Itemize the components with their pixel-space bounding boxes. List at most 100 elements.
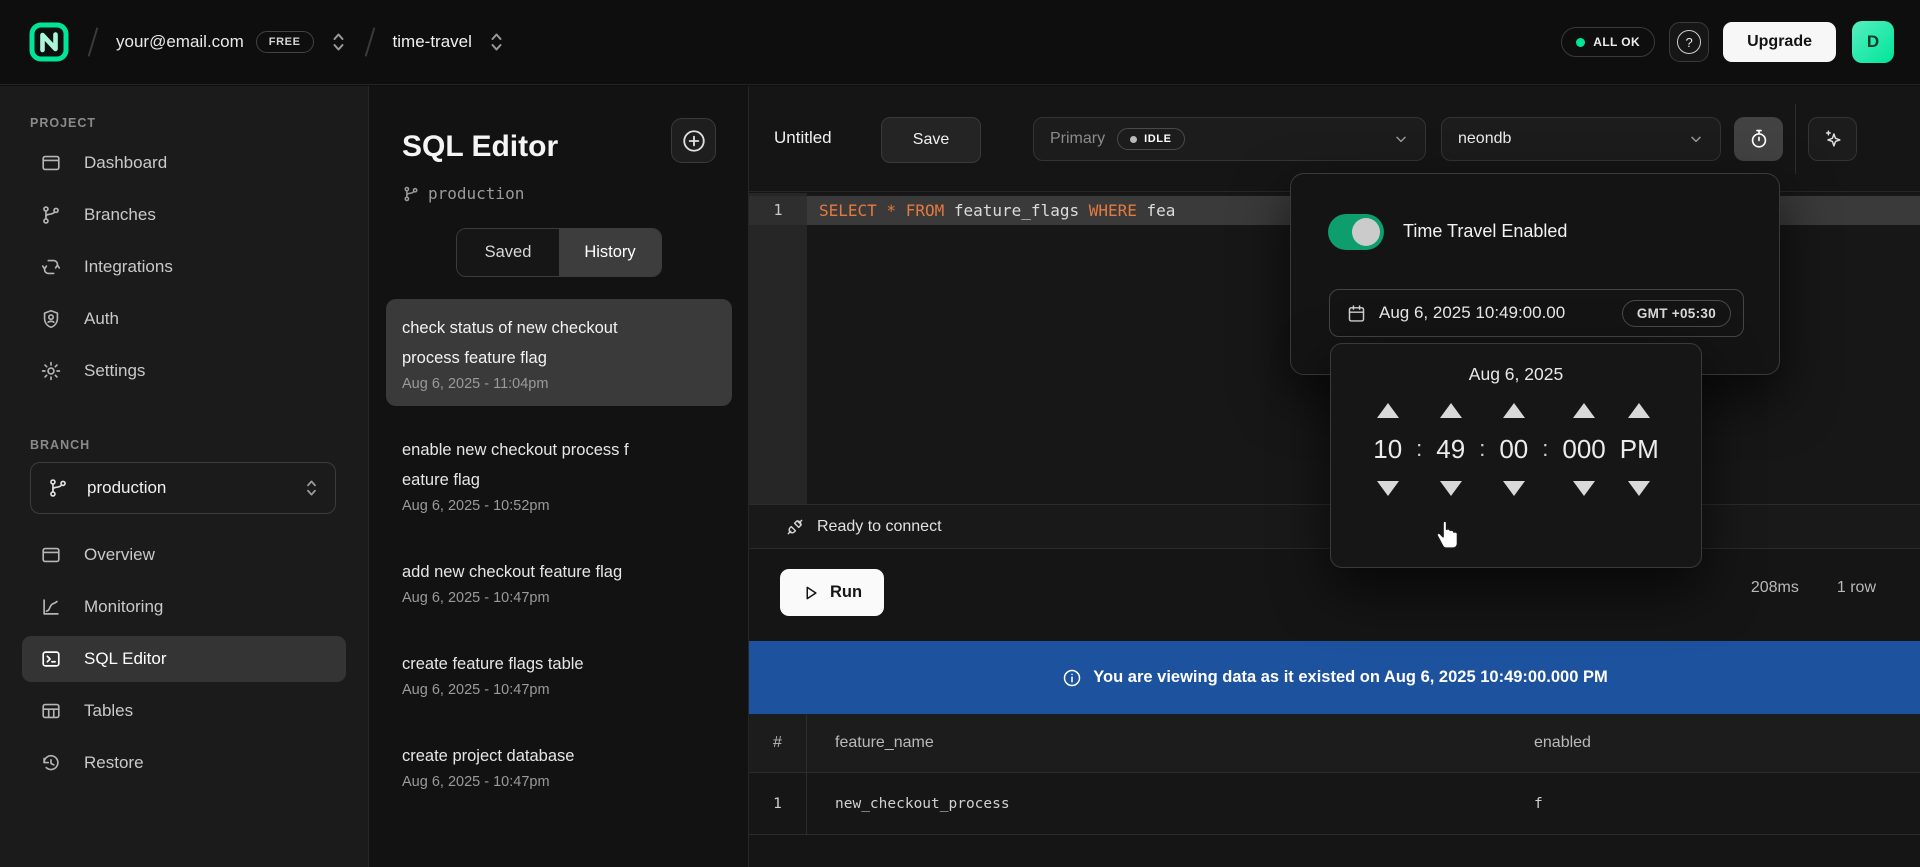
column-header-num: # [749,714,807,772]
neon-logo-icon[interactable] [28,21,70,63]
datetime-value: Aug 6, 2025 10:49:00.00 [1379,303,1610,323]
time-separator: : [1479,436,1485,464]
history-item[interactable]: check status of new checkout process fea… [386,299,732,406]
seconds-increment-icon[interactable] [1503,403,1525,418]
enabled-cell: f [1534,796,1920,812]
time-travel-button[interactable] [1734,117,1783,161]
seconds-decrement-icon[interactable] [1503,481,1525,496]
hours-value: 10 [1373,434,1402,465]
history-item[interactable]: create feature flags table Aug 6, 2025 -… [386,635,732,712]
history-item-date: Aug 6, 2025 - 10:52pm [402,498,716,514]
minutes-increment-icon[interactable] [1440,403,1462,418]
sidebar-item-auth[interactable]: Auth [22,296,346,342]
editor-gutter [749,193,807,504]
time-travel-toggle[interactable] [1328,214,1384,250]
sidebar-item-label: SQL Editor [84,649,167,669]
saved-history-tabs: Saved History [456,228,662,277]
sparkles-icon [1822,128,1844,150]
tab-history[interactable]: History [559,229,661,276]
datetime-input[interactable]: Aug 6, 2025 10:49:00.00 GMT +05:30 [1329,289,1744,337]
millis-increment-icon[interactable] [1573,403,1595,418]
time-separator: : [1416,436,1422,464]
line-number: 1 [749,196,807,225]
project-switcher-icon[interactable] [488,31,505,53]
sidebar-section-project: PROJECT [30,116,368,130]
status-ok-dot-icon [1576,38,1585,47]
ai-assist-button[interactable] [1808,117,1857,161]
time-separator: : [1542,436,1548,464]
sidebar-item-label: Integrations [84,257,173,277]
sql-keyword: SELECT * FROM [819,201,944,220]
meridiem-column: PM [1620,403,1659,496]
connection-status-text: Ready to connect [817,518,942,536]
history-item-title: add new checkout feature flag [402,557,716,587]
mouse-cursor-icon [1432,518,1466,552]
millis-decrement-icon[interactable] [1573,481,1595,496]
git-branch-icon [47,477,69,499]
history-item[interactable]: add new checkout feature flag Aug 6, 202… [386,543,732,620]
banner-text: You are viewing data as it existed on Au… [1093,668,1607,687]
sidebar-item-tables[interactable]: Tables [22,688,346,734]
compute-status-label: IDLE [1144,133,1171,145]
plug-icon [785,517,805,537]
sidebar-item-settings[interactable]: Settings [22,348,346,394]
breadcrumb-project[interactable]: time-travel [393,32,472,52]
history-item-date: Aug 6, 2025 - 10:47pm [402,590,716,606]
history-item-date: Aug 6, 2025 - 10:47pm [402,774,716,790]
history-item[interactable]: enable new checkout process f eature fla… [386,421,732,528]
new-query-button[interactable] [671,118,716,163]
overview-icon [40,544,62,566]
branch-selector[interactable]: production [30,462,336,514]
tab-saved[interactable]: Saved [457,229,559,276]
minutes-decrement-icon[interactable] [1440,481,1462,496]
top-header: your@email.com FREE time-travel ALL OK ?… [0,0,1920,85]
sidebar-item-dashboard[interactable]: Dashboard [22,140,346,186]
dashboard-icon [40,152,62,174]
run-button[interactable]: Run [780,569,884,616]
history-item-title: create project database [402,741,716,771]
history-item-title: enable new checkout process f eature fla… [402,435,716,495]
picker-grid: 10 : 49 : 00 : 000 PM [1331,403,1701,496]
sidebar-item-label: Auth [84,309,119,329]
hours-increment-icon[interactable] [1377,403,1399,418]
picker-date-label: Aug 6, 2025 [1331,364,1701,385]
sidebar-item-restore[interactable]: Restore [22,740,346,786]
sidebar-item-overview[interactable]: Overview [22,532,346,578]
system-status-pill[interactable]: ALL OK [1561,27,1655,57]
database-dropdown[interactable]: neondb [1441,117,1721,161]
sidebar-item-monitoring[interactable]: Monitoring [22,584,346,630]
meridiem-increment-icon[interactable] [1628,403,1650,418]
history-item-title: check status of new checkout process fea… [402,313,716,373]
org-switcher-icon[interactable] [330,31,347,53]
breadcrumb-separator [88,27,99,56]
tables-icon [40,700,62,722]
sidebar-item-label: Settings [84,361,145,381]
compute-dropdown[interactable]: Primary IDLE [1033,117,1426,161]
history-item-title: create feature flags table [402,649,716,679]
breadcrumb-org[interactable]: your@email.com [116,32,244,52]
calendar-icon [1346,303,1367,324]
save-button[interactable]: Save [881,117,981,163]
hours-decrement-icon[interactable] [1377,481,1399,496]
meridiem-decrement-icon[interactable] [1628,481,1650,496]
sidebar-item-integrations[interactable]: Integrations [22,244,346,290]
chevron-down-icon [1393,131,1409,147]
avatar[interactable]: D [1852,21,1894,63]
sidebar-item-sql-editor[interactable]: SQL Editor [22,636,346,682]
query-tab-title[interactable]: Untitled [774,128,832,148]
sql-identifier: fea [1137,201,1176,220]
query-row-count: 1 row [1837,579,1876,597]
sidebar-item-label: Branches [84,205,156,225]
branch-selector-chevrons-icon [304,478,319,498]
sidebar-item-branches[interactable]: Branches [22,192,346,238]
upgrade-button[interactable]: Upgrade [1723,22,1836,62]
feature-name-cell: new_checkout_process [807,796,1534,812]
history-item[interactable]: create project database Aug 6, 2025 - 10… [386,727,732,804]
sql-editor-panel: SQL Editor production Saved History chec… [368,86,748,867]
help-button[interactable]: ? [1669,22,1709,62]
integrations-icon [40,256,62,278]
table-row[interactable]: 1 new_checkout_process f [749,773,1920,835]
compute-status-badge: IDLE [1117,128,1184,150]
sidebar-item-label: Dashboard [84,153,167,173]
panel-branch: production [402,184,524,203]
